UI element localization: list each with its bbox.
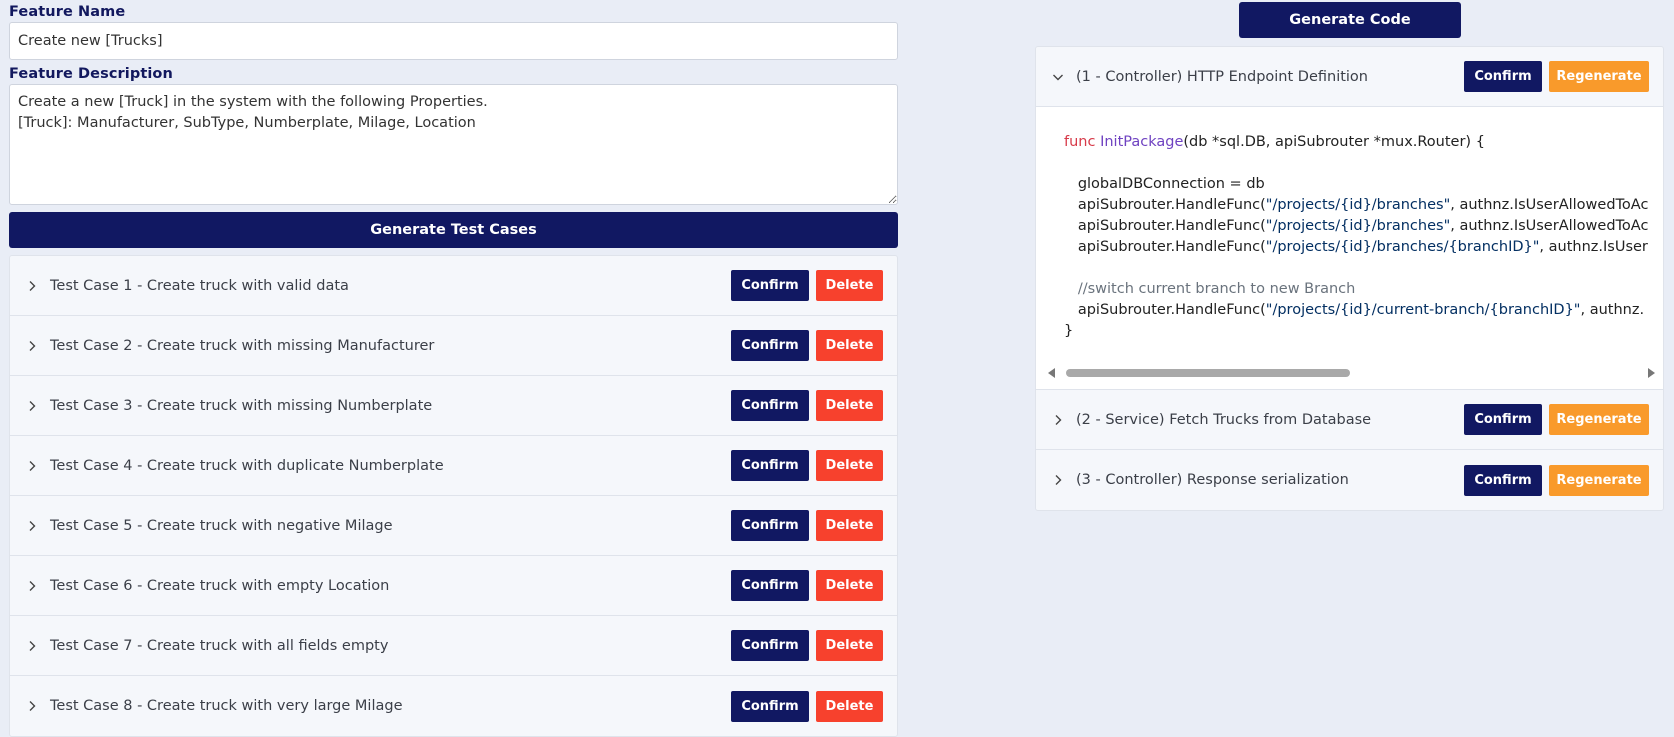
confirm-button[interactable]: Confirm xyxy=(1464,61,1542,92)
generate-test-cases-button[interactable]: Generate Test Cases xyxy=(9,212,898,248)
delete-button[interactable]: Delete xyxy=(816,690,883,722)
code-section: (3 - Controller) Response serialization … xyxy=(1036,450,1663,510)
code-text: , authnz.IsUserAllowedToAc xyxy=(1450,197,1649,213)
generate-code-button[interactable]: Generate Code xyxy=(1239,2,1461,38)
chevron-down-icon xyxy=(1051,70,1065,84)
delete-button[interactable]: Delete xyxy=(816,510,883,541)
chevron-right-icon xyxy=(25,339,39,353)
code-section: (2 - Service) Fetch Trucks from Database… xyxy=(1036,390,1663,450)
confirm-button[interactable]: Confirm xyxy=(731,690,809,722)
chevron-right-icon xyxy=(25,279,39,293)
chevron-right-icon xyxy=(25,699,39,713)
chevron-right-icon xyxy=(1051,473,1065,487)
regenerate-button[interactable]: Regenerate xyxy=(1549,61,1649,92)
test-case-title: Test Case 1 - Create truck with valid da… xyxy=(50,277,349,294)
code-section-title: (3 - Controller) Response serialization xyxy=(1076,472,1349,488)
test-case-title: Test Case 8 - Create truck with very lar… xyxy=(50,698,403,714)
code-string: "/projects/{id}/branches/{branchID}" xyxy=(1265,239,1540,255)
delete-button[interactable]: Delete xyxy=(816,270,883,301)
test-case-row[interactable]: Test Case 6 - Create truck with empty Lo… xyxy=(10,556,897,616)
test-case-list: Test Case 1 - Create truck with valid da… xyxy=(9,255,898,737)
feature-description-label: Feature Description xyxy=(9,66,173,82)
test-case-title: Test Case 2 - Create truck with missing … xyxy=(50,337,435,354)
test-case-row[interactable]: Test Case 4 - Create truck with duplicat… xyxy=(10,436,897,496)
code-section-header[interactable]: (2 - Service) Fetch Trucks from Database… xyxy=(1036,390,1663,450)
test-case-title: Test Case 3 - Create truck with missing … xyxy=(50,397,433,414)
code-function-name: InitPackage xyxy=(1100,134,1184,150)
test-case-title: Test Case 6 - Create truck with empty Lo… xyxy=(50,577,390,594)
code-text: apiSubrouter.HandleFunc( xyxy=(1077,197,1266,213)
code-text: apiSubrouter.HandleFunc( xyxy=(1077,239,1266,255)
chevron-right-icon xyxy=(25,459,39,473)
code-text: } xyxy=(1064,323,1074,339)
feature-description-textarea[interactable]: Create a new [Truck] in the system with … xyxy=(9,84,898,205)
test-case-title: Test Case 4 - Create truck with duplicat… xyxy=(50,457,444,474)
confirm-button[interactable]: Confirm xyxy=(731,390,809,421)
chevron-right-icon xyxy=(1051,413,1065,427)
test-case-title: Test Case 5 - Create truck with negative… xyxy=(50,517,393,534)
code-section-header[interactable]: (3 - Controller) Response serialization … xyxy=(1036,450,1663,510)
code-viewer[interactable]: func InitPackage(db *sql.DB, apiSubroute… xyxy=(1036,107,1663,390)
code-text: apiSubrouter.HandleFunc( xyxy=(1077,218,1266,234)
code-text: globalDBConnection = db xyxy=(1077,176,1265,192)
feature-name-label: Feature Name xyxy=(9,4,126,20)
code-section-title: (2 - Service) Fetch Trucks from Database xyxy=(1076,411,1372,428)
code-keyword: func xyxy=(1064,134,1096,150)
code-string: "/projects/{id}/branches" xyxy=(1265,218,1451,234)
code-section: (1 - Controller) HTTP Endpoint Definitio… xyxy=(1036,47,1663,390)
chevron-right-icon xyxy=(25,399,39,413)
code-section-header[interactable]: (1 - Controller) HTTP Endpoint Definitio… xyxy=(1036,47,1663,107)
test-case-row[interactable]: Test Case 1 - Create truck with valid da… xyxy=(10,256,897,316)
chevron-right-icon xyxy=(25,519,39,533)
confirm-button[interactable]: Confirm xyxy=(1464,404,1542,435)
delete-button[interactable]: Delete xyxy=(816,450,883,481)
code-text: , authnz.IsUser xyxy=(1539,239,1648,255)
code-text: apiSubrouter.HandleFunc( xyxy=(1077,302,1266,318)
code-text: (db *sql.DB, apiSubrouter *mux.Router) { xyxy=(1183,134,1485,150)
confirm-button[interactable]: Confirm xyxy=(731,630,809,661)
code-comment: //switch current branch to new Branch xyxy=(1077,281,1356,297)
code-generation-panel: Generate Code (1 - Controller) HTTP Endp… xyxy=(1035,2,1664,511)
code-text: , authnz. xyxy=(1580,302,1645,318)
regenerate-button[interactable]: Regenerate xyxy=(1549,404,1649,435)
code-section-title: (1 - Controller) HTTP Endpoint Definitio… xyxy=(1076,68,1368,85)
delete-button[interactable]: Delete xyxy=(816,330,883,361)
scrollbar-thumb[interactable] xyxy=(1066,369,1350,377)
horizontal-scrollbar[interactable] xyxy=(1046,367,1657,379)
confirm-button[interactable]: Confirm xyxy=(731,330,809,361)
delete-button[interactable]: Delete xyxy=(816,390,883,421)
confirm-button[interactable]: Confirm xyxy=(731,510,809,541)
test-case-row[interactable]: Test Case 3 - Create truck with missing … xyxy=(10,376,897,436)
code-string: "/projects/{id}/current-branch/{branchID… xyxy=(1265,302,1581,318)
confirm-button[interactable]: Confirm xyxy=(731,270,809,301)
code-string: "/projects/{id}/branches" xyxy=(1265,197,1451,213)
code-block: func InitPackage(db *sql.DB, apiSubroute… xyxy=(1064,132,1648,342)
confirm-button[interactable]: Confirm xyxy=(1464,464,1542,496)
feature-name-input[interactable] xyxy=(9,22,898,60)
confirm-button[interactable]: Confirm xyxy=(731,570,809,601)
delete-button[interactable]: Delete xyxy=(816,570,883,601)
regenerate-button[interactable]: Regenerate xyxy=(1549,464,1649,496)
triangle-right-icon[interactable] xyxy=(1645,367,1657,379)
chevron-right-icon xyxy=(25,639,39,653)
confirm-button[interactable]: Confirm xyxy=(731,450,809,481)
scrollbar-track[interactable] xyxy=(1062,368,1641,378)
test-case-row[interactable]: Test Case 5 - Create truck with negative… xyxy=(10,496,897,556)
code-text: , authnz.IsUserAllowedToAc xyxy=(1450,218,1649,234)
test-case-title: Test Case 7 - Create truck with all fiel… xyxy=(50,637,389,654)
chevron-right-icon xyxy=(25,579,39,593)
test-case-row[interactable]: Test Case 8 - Create truck with very lar… xyxy=(10,676,897,736)
test-case-panel: Feature Name Feature Description Create … xyxy=(9,0,898,737)
delete-button[interactable]: Delete xyxy=(816,630,883,661)
test-case-row[interactable]: Test Case 7 - Create truck with all fiel… xyxy=(10,616,897,676)
test-case-row[interactable]: Test Case 2 - Create truck with missing … xyxy=(10,316,897,376)
triangle-left-icon[interactable] xyxy=(1046,367,1058,379)
code-section-accordion: (1 - Controller) HTTP Endpoint Definitio… xyxy=(1035,46,1664,511)
